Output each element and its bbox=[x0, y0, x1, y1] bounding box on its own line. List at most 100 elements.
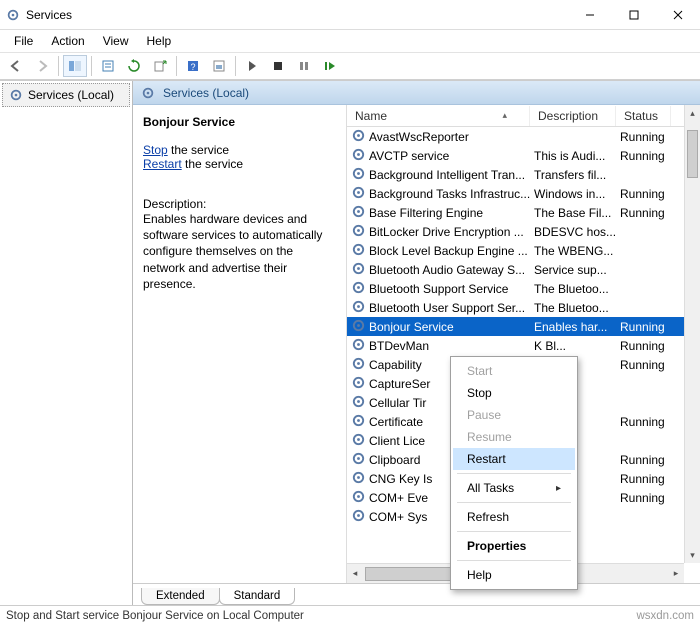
stop-service-line: Stop the service bbox=[143, 143, 336, 157]
ctx-properties[interactable]: Properties bbox=[453, 535, 575, 557]
menu-action[interactable]: Action bbox=[43, 32, 92, 50]
ctx-refresh[interactable]: Refresh bbox=[453, 506, 575, 528]
title-bar: Services bbox=[0, 0, 700, 30]
app-icon bbox=[6, 8, 20, 22]
back-button[interactable] bbox=[4, 55, 28, 77]
gear-icon bbox=[351, 451, 369, 469]
gear-icon bbox=[351, 375, 369, 393]
export-button[interactable] bbox=[148, 55, 172, 77]
service-name-cell: BTDevMan bbox=[369, 339, 534, 353]
ctx-help[interactable]: Help bbox=[453, 564, 575, 586]
restart-service-line: Restart the service bbox=[143, 157, 336, 171]
gear-icon bbox=[141, 86, 155, 100]
service-desc-cell: The Bluetoo... bbox=[534, 301, 620, 315]
service-row[interactable]: BitLocker Drive Encryption ...BDESVC hos… bbox=[347, 222, 700, 241]
vertical-scrollbar[interactable]: ▴ ▾ bbox=[684, 105, 700, 563]
service-status-cell: Running bbox=[620, 415, 675, 429]
maximize-button[interactable] bbox=[612, 0, 656, 30]
column-name[interactable]: Name ▴ bbox=[347, 106, 530, 126]
scroll-down-icon[interactable]: ▾ bbox=[685, 547, 700, 563]
service-row[interactable]: BTDevManK Bl...Running bbox=[347, 336, 700, 355]
service-row[interactable]: Bluetooth User Support Ser...The Bluetoo… bbox=[347, 298, 700, 317]
service-row[interactable]: Background Tasks Infrastruc...Windows in… bbox=[347, 184, 700, 203]
stop-button[interactable] bbox=[266, 55, 290, 77]
scroll-up-icon[interactable]: ▴ bbox=[685, 105, 700, 121]
service-status-cell: Running bbox=[620, 453, 675, 467]
service-row[interactable]: Bluetooth Audio Gateway S...Service sup.… bbox=[347, 260, 700, 279]
service-name-cell: AVCTP service bbox=[369, 149, 534, 163]
ctx-restart[interactable]: Restart bbox=[453, 448, 575, 470]
column-description[interactable]: Description bbox=[530, 106, 616, 126]
restart-toolbar-button[interactable] bbox=[318, 55, 342, 77]
gear-icon bbox=[9, 88, 23, 102]
minimize-button[interactable] bbox=[568, 0, 612, 30]
service-status-cell: Running bbox=[620, 130, 675, 144]
service-name-cell: Background Tasks Infrastruc... bbox=[369, 187, 534, 201]
stop-service-link[interactable]: Stop bbox=[143, 143, 168, 157]
service-desc-cell: Windows in... bbox=[534, 187, 620, 201]
service-row[interactable]: Background Intelligent Tran...Transfers … bbox=[347, 165, 700, 184]
service-name-cell: AvastWscReporter bbox=[369, 130, 534, 144]
svg-text:?: ? bbox=[190, 62, 195, 72]
tab-extended[interactable]: Extended bbox=[141, 588, 220, 605]
submenu-arrow-icon: ▸ bbox=[556, 483, 561, 494]
status-bar: Stop and Start service Bonjour Service o… bbox=[0, 605, 700, 625]
sort-indicator-icon: ▴ bbox=[502, 110, 507, 121]
window-title: Services bbox=[26, 8, 72, 22]
service-row[interactable]: Base Filtering EngineThe Base Fil...Runn… bbox=[347, 203, 700, 222]
right-panel-header: Services (Local) bbox=[133, 81, 700, 105]
toolbar: ? bbox=[0, 52, 700, 80]
pause-button[interactable] bbox=[292, 55, 316, 77]
service-row[interactable]: AVCTP serviceThis is Audi...Running bbox=[347, 146, 700, 165]
service-name-cell: Bluetooth Support Service bbox=[369, 282, 534, 296]
status-text: Stop and Start service Bonjour Service o… bbox=[6, 610, 304, 622]
toolbar-extra-button[interactable] bbox=[207, 55, 231, 77]
view-tabs: Extended Standard bbox=[133, 583, 700, 605]
service-status-cell: Running bbox=[620, 206, 675, 220]
start-button[interactable] bbox=[240, 55, 264, 77]
gear-icon bbox=[351, 204, 369, 222]
ctx-separator bbox=[457, 502, 571, 503]
scroll-right-icon[interactable]: ▸ bbox=[668, 568, 684, 579]
tab-standard[interactable]: Standard bbox=[219, 588, 296, 605]
menu-file[interactable]: File bbox=[6, 32, 41, 50]
service-row[interactable]: Block Level Backup Engine ...The WBENG..… bbox=[347, 241, 700, 260]
service-row[interactable]: AvastWscReporter Running bbox=[347, 127, 700, 146]
gear-icon bbox=[351, 318, 369, 336]
description-text: Enables hardware devices and software se… bbox=[143, 211, 336, 292]
forward-button[interactable] bbox=[30, 55, 54, 77]
service-row[interactable]: Bonjour ServiceEnables har...Running bbox=[347, 317, 700, 336]
gear-icon bbox=[351, 261, 369, 279]
service-desc-cell: BDESVC hos... bbox=[534, 225, 620, 239]
ctx-all-tasks[interactable]: All Tasks ▸ bbox=[453, 477, 575, 499]
ctx-separator bbox=[457, 531, 571, 532]
scroll-thumb[interactable] bbox=[687, 130, 698, 178]
service-status-cell: Running bbox=[620, 187, 675, 201]
selected-service-name: Bonjour Service bbox=[143, 115, 336, 129]
properties-button[interactable] bbox=[96, 55, 120, 77]
gear-icon bbox=[351, 128, 369, 146]
scroll-left-icon[interactable]: ◂ bbox=[347, 568, 363, 579]
service-row[interactable]: Bluetooth Support ServiceThe Bluetoo... bbox=[347, 279, 700, 298]
service-desc-cell: The WBENG... bbox=[534, 244, 620, 258]
service-status-cell: Running bbox=[620, 491, 675, 505]
menu-help[interactable]: Help bbox=[139, 32, 180, 50]
column-status[interactable]: Status bbox=[616, 106, 671, 126]
help-button[interactable]: ? bbox=[181, 55, 205, 77]
gear-icon bbox=[351, 508, 369, 526]
details-pane: Bonjour Service Stop the service Restart… bbox=[133, 105, 347, 583]
gear-icon bbox=[351, 166, 369, 184]
menu-view[interactable]: View bbox=[95, 32, 137, 50]
content-area: Services (Local) Services (Local) Bonjou… bbox=[0, 80, 700, 605]
gear-icon bbox=[351, 337, 369, 355]
ctx-stop[interactable]: Stop bbox=[453, 382, 575, 404]
tree-root-services-local[interactable]: Services (Local) bbox=[2, 83, 130, 107]
gear-icon bbox=[351, 185, 369, 203]
close-button[interactable] bbox=[656, 0, 700, 30]
restart-service-link[interactable]: Restart bbox=[143, 157, 182, 171]
service-desc-cell: K Bl... bbox=[534, 339, 620, 353]
show-hide-tree-button[interactable] bbox=[63, 55, 87, 77]
gear-icon bbox=[351, 299, 369, 317]
refresh-button[interactable] bbox=[122, 55, 146, 77]
gear-icon bbox=[351, 394, 369, 412]
